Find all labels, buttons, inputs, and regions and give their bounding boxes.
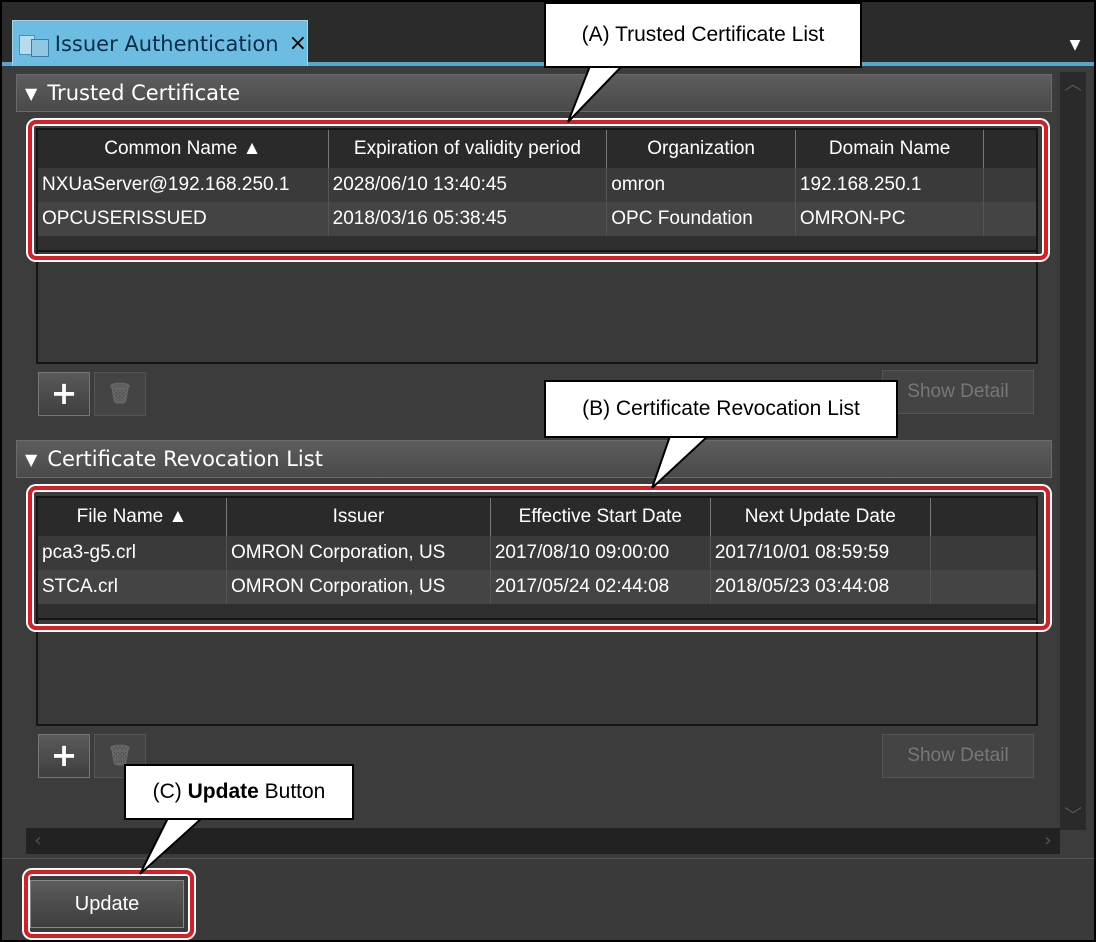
callout-b: (B) Certificate Revocation List (544, 380, 898, 438)
callout-c-prefix: (C) (152, 780, 188, 803)
callout-a: (A) Trusted Certificate List (544, 2, 862, 68)
callout-c: (C) Update Button (124, 764, 354, 820)
callout-a-text: (A) Trusted Certificate List (581, 23, 825, 46)
callout-c-bold: Update (187, 780, 259, 803)
callout-c-suffix: Button (258, 780, 326, 803)
callout-b-text: (B) Certificate Revocation List (582, 397, 860, 420)
